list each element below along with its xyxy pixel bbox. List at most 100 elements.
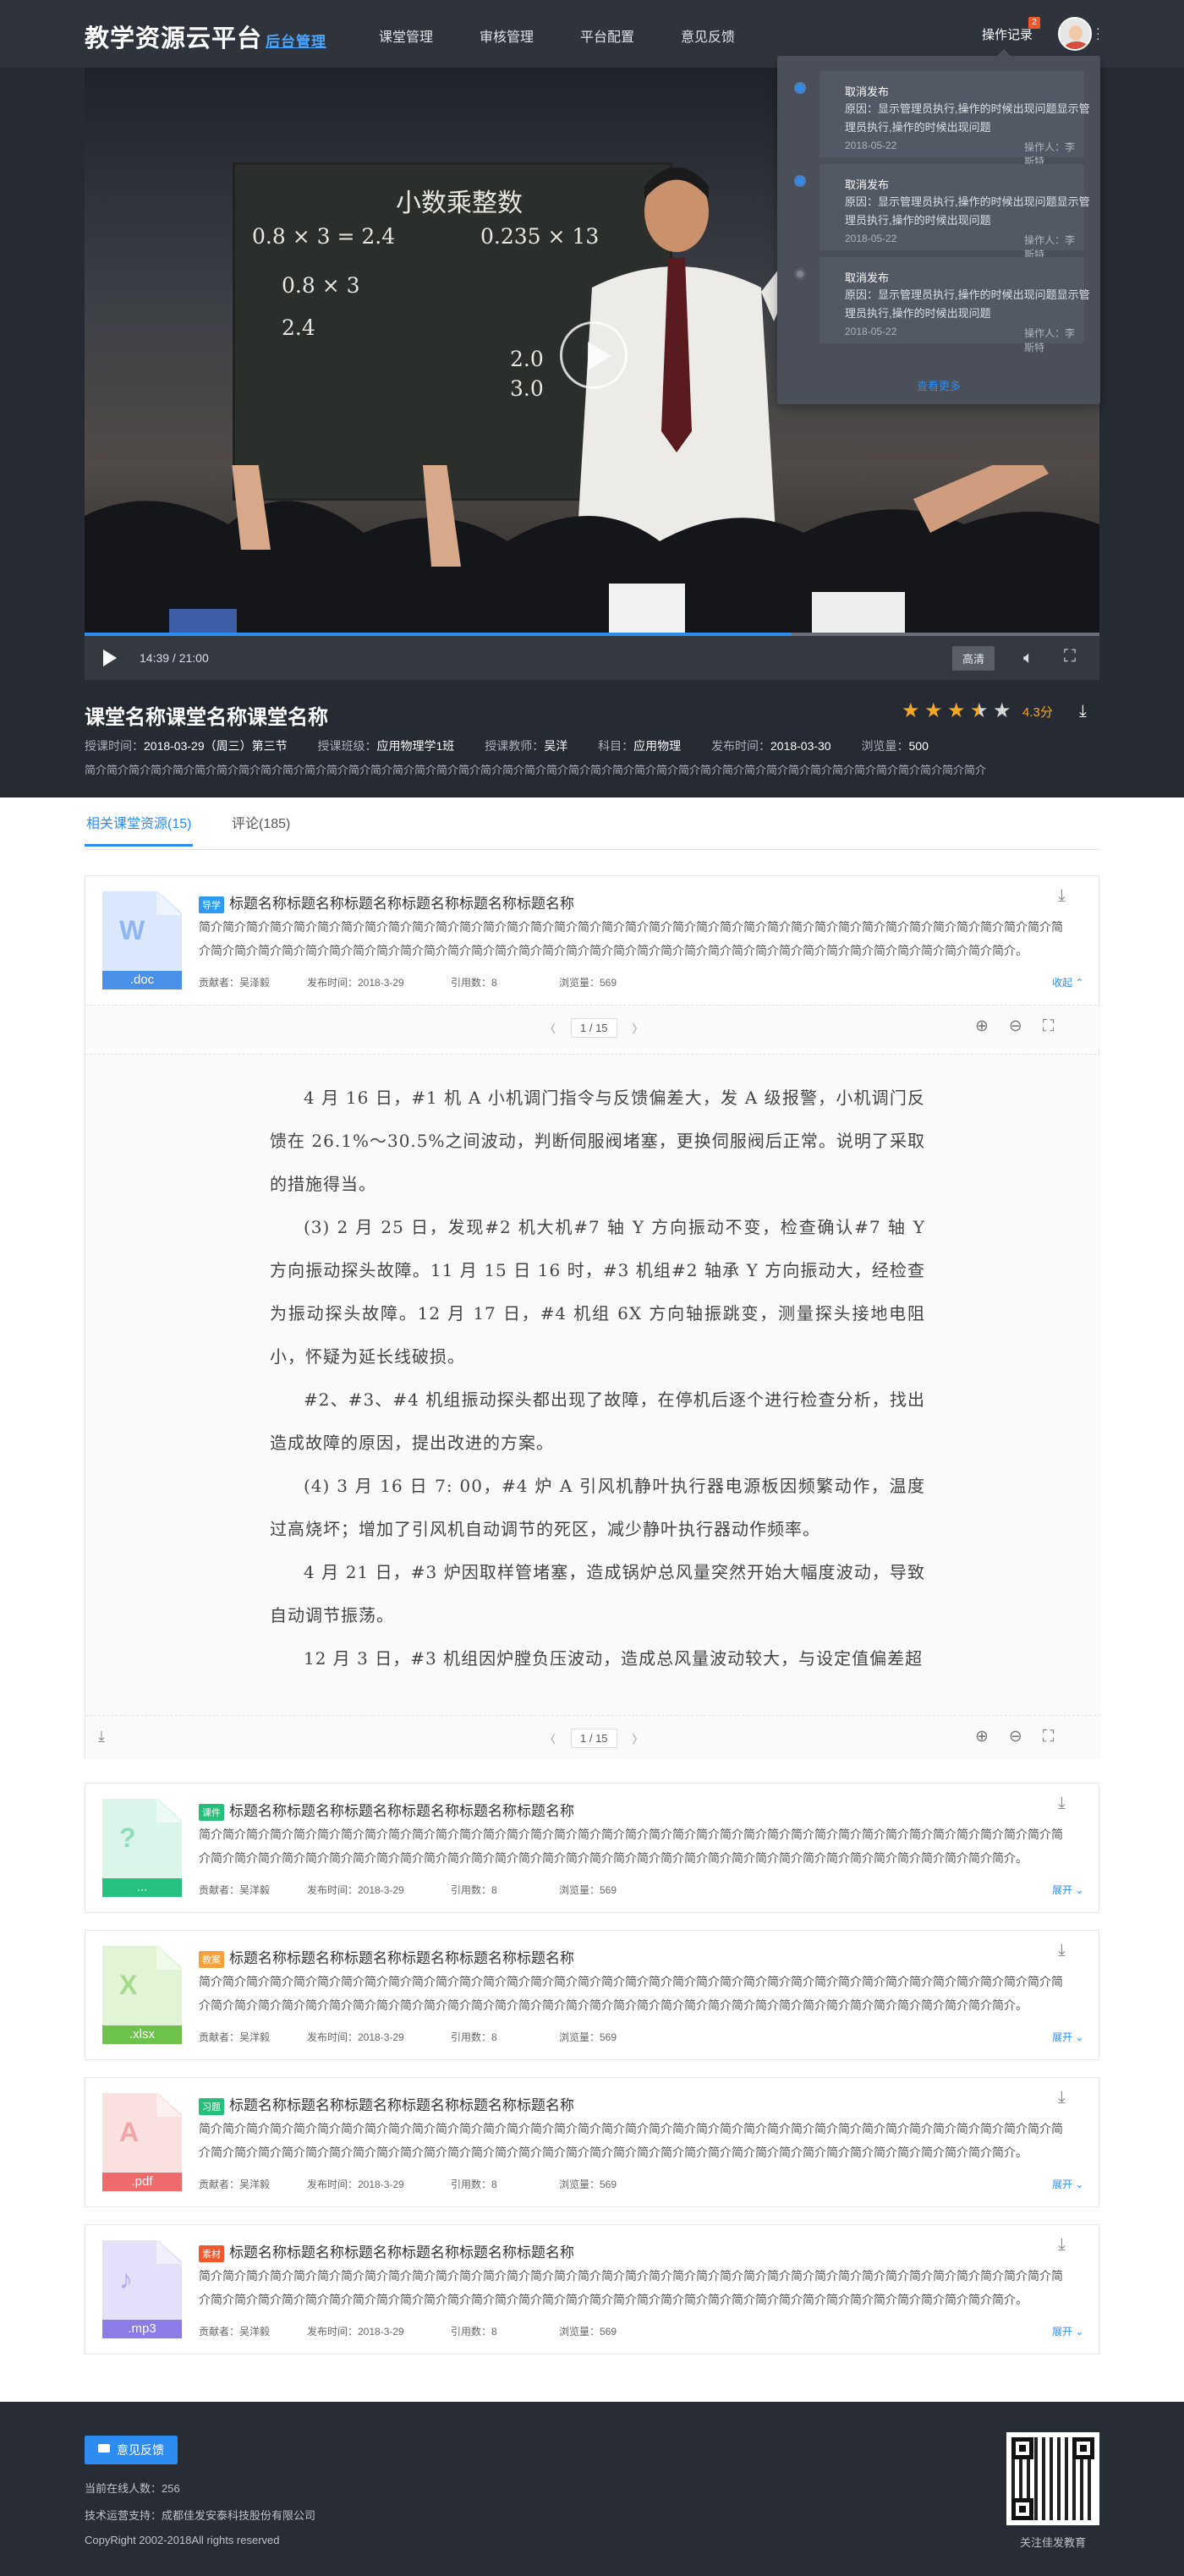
notification-item[interactable]: 取消发布 原因：显示管理员执行,操作的时候出现问题显示管理员执行,操作的时候出现… bbox=[819, 71, 1090, 167]
collapse-toggle[interactable]: 收起 ⌃ bbox=[1052, 975, 1083, 989]
unread-dot-icon bbox=[794, 82, 806, 94]
operation-record-link[interactable]: 操作记录 bbox=[982, 25, 1033, 43]
viewer-toolbar-bottom: ⤓ 〈 1 / 15 〉 ⊕⊖⛶ bbox=[85, 1715, 1100, 1759]
resource-title[interactable]: 习题 标题名称标题名称标题名称标题名称标题名称标题名称 bbox=[199, 2093, 574, 2115]
download-icon[interactable]: ⤓ bbox=[1058, 886, 1066, 906]
doc-paragraph: 12 月 3 日，#3 机组因炉膛负压波动，造成总风量波动较大，与设定值偏差超 bbox=[304, 1648, 924, 1669]
notification-badge: 2 bbox=[1028, 17, 1040, 29]
document-viewer: 4 月 16 日，#1 机 A 小机调门指令与反馈偏差大，发 A 级报警，小机调… bbox=[85, 1054, 1100, 1739]
resource-title[interactable]: 教案 标题名称标题名称标题名称标题名称标题名称标题名称 bbox=[199, 1946, 574, 1968]
prev-page-icon[interactable]: 〈 bbox=[545, 1020, 556, 1036]
course-info: 课堂名称课堂名称课堂名称 授课时间：2018-03-29（周三）第三节 授课班级… bbox=[85, 700, 1099, 777]
notification-dropdown: 取消发布 原因：显示管理员执行,操作的时候出现问题显示管理员执行,操作的时候出现… bbox=[777, 49, 1100, 404]
prev-page-icon[interactable]: 〈 bbox=[545, 1730, 556, 1746]
file-paper bbox=[102, 2240, 182, 2321]
page-indicator[interactable]: 1 / 15 bbox=[571, 1018, 617, 1038]
zoom-out-icon[interactable]: ⊖ bbox=[1009, 1728, 1043, 1746]
rating-stars[interactable]: ★ ★ ★ ★ ★ 4.3分 bbox=[902, 701, 1053, 721]
expand-toggle[interactable]: 展开 ⌄ bbox=[1052, 2324, 1083, 2338]
file-ext: .pdf bbox=[102, 2173, 182, 2191]
meta-value: 吴洋 bbox=[544, 739, 568, 753]
quality-button[interactable]: 高清 bbox=[952, 646, 995, 671]
nav-item-platform-config[interactable]: 平台配置 bbox=[580, 25, 634, 46]
nav-item-review-management[interactable]: 审核管理 bbox=[480, 25, 534, 46]
doc-paragraph: (3) 2 月 25 日，发现#2 机大机#7 轴 Y 方向振动不变，检查确认#… bbox=[270, 1217, 925, 1367]
star-icon[interactable]: ★ bbox=[970, 701, 989, 721]
download-icon[interactable]: ⤓ bbox=[1058, 1794, 1066, 1813]
fullscreen-icon[interactable]: ⛶ bbox=[1064, 647, 1076, 666]
play-overlay-icon[interactable] bbox=[560, 321, 628, 389]
resource-title-text: 标题名称标题名称标题名称标题名称标题名称标题名称 bbox=[229, 1803, 574, 1819]
expand-toggle[interactable]: 展开 ⌄ bbox=[1052, 2030, 1083, 2044]
viewer-toolbar-top: 〈 1 / 15 〉 ⊕⊖⛶ bbox=[85, 1005, 1100, 1049]
tech-support: 技术运营支持：成都佳发安泰科技股份有限公司 bbox=[85, 2509, 316, 2522]
doc-paragraph: (4) 3 月 16 日 7: 00，#4 炉 A 引风机静叶执行器电源板因频繁… bbox=[270, 1476, 925, 1539]
star-icon[interactable]: ★ bbox=[902, 701, 920, 721]
avatar[interactable] bbox=[1058, 17, 1092, 51]
meta-label: 发布时间： bbox=[710, 739, 770, 753]
resource-title[interactable]: 课件 标题名称标题名称标题名称标题名称标题名称标题名称 bbox=[199, 1799, 574, 1821]
resource-views: 浏览量：569 bbox=[559, 2031, 617, 2043]
feedback-button[interactable]: 意见反馈 bbox=[85, 2436, 178, 2464]
resource-desc: 简介简介简介简介简介简介简介简介简介简介简介简介简介简介简介简介简介简介简介简介… bbox=[199, 2122, 1063, 2159]
expand-toggle[interactable]: 展开 ⌄ bbox=[1052, 1883, 1083, 1897]
board-line: 3.0 bbox=[510, 376, 544, 401]
logo-subtitle: 后台管理 bbox=[266, 34, 327, 50]
star-icon[interactable]: ★ bbox=[993, 701, 1011, 721]
resource-title[interactable]: 素材 标题名称标题名称标题名称标题名称标题名称标题名称 bbox=[199, 2240, 574, 2262]
resource-tabs: 相关课堂资源(15) 评论(185) bbox=[85, 812, 1099, 850]
notification-item[interactable]: 取消发布 原因：显示管理员执行,操作的时候出现问题显示管理员执行,操作的时候出现… bbox=[819, 257, 1090, 354]
resource-published: 发布时间：2018-3-29 bbox=[307, 1884, 404, 1896]
zoom-in-icon[interactable]: ⊕ bbox=[975, 1017, 1009, 1035]
file-ext: ... bbox=[102, 1878, 182, 1897]
file-glyph: X bbox=[119, 1970, 138, 2000]
download-icon[interactable]: ⤓ bbox=[1058, 2235, 1066, 2255]
mp3-file-icon: ♪ .mp3 bbox=[102, 2240, 182, 2338]
next-page-icon[interactable]: 〉 bbox=[633, 1020, 644, 1036]
doc-file-icon: W .doc bbox=[102, 891, 182, 989]
fullscreen-icon[interactable]: ⛶ bbox=[1043, 1728, 1074, 1746]
meta-label: 浏览量： bbox=[861, 739, 909, 753]
resource-published: 发布时间：2018-3-29 bbox=[307, 977, 404, 989]
play-icon[interactable] bbox=[103, 649, 117, 666]
more-menu-icon[interactable]: · · · bbox=[1096, 22, 1100, 44]
time-display: 14:39 / 21:00 bbox=[140, 651, 209, 665]
zoom-in-icon[interactable]: ⊕ bbox=[975, 1728, 1009, 1746]
star-icon[interactable]: ★ bbox=[924, 701, 943, 721]
resource-card: X .xlsx 教案 标题名称标题名称标题名称标题名称标题名称标题名称 简介简介简… bbox=[85, 1930, 1099, 2060]
download-icon[interactable]: ⤓ bbox=[98, 1728, 105, 1746]
star-icon[interactable]: ★ bbox=[947, 701, 966, 721]
notification-desc: 原因：显示管理员执行,操作的时候出现问题显示管理员执行,操作的时候出现问题 bbox=[845, 288, 1090, 320]
doc-paragraph: 4 月 16 日，#1 机 A 小机调门指令与反馈偏差大，发 A 级报警，小机调… bbox=[270, 1088, 925, 1194]
expand-toggle[interactable]: 展开 ⌄ bbox=[1052, 2177, 1083, 2191]
meta-value: 2018-03-29（周三）第三节 bbox=[144, 739, 288, 753]
logo[interactable]: 教学资源云平台 后台管理 bbox=[85, 19, 326, 54]
qr-caption: 关注佳发教育 bbox=[1019, 2536, 1086, 2549]
resource-tag: 教案 bbox=[199, 1950, 224, 1968]
notification-operator: 操作人：李斯特 bbox=[1024, 327, 1076, 354]
file-glyph: W bbox=[119, 915, 145, 945]
next-page-icon[interactable]: 〉 bbox=[633, 1730, 644, 1746]
logo-text: 教学资源云平台 bbox=[85, 25, 263, 52]
resource-title[interactable]: 导学 标题名称标题名称标题名称标题名称标题名称标题名称 bbox=[199, 891, 574, 913]
tab-comments[interactable]: 评论(185) bbox=[230, 812, 292, 844]
file-glyph: ? bbox=[119, 1822, 136, 1853]
resource-tag: 素材 bbox=[199, 2244, 224, 2262]
download-icon[interactable]: ⤓ bbox=[1079, 702, 1087, 721]
meta-label: 授课班级： bbox=[317, 739, 377, 753]
view-more-link[interactable]: 查看更多 bbox=[777, 377, 1100, 393]
copyright: CopyRight 2002-2018All rights reserved bbox=[85, 2534, 280, 2546]
resource-desc: 简介简介简介简介简介简介简介简介简介简介简介简介简介简介简介简介简介简介简介简介… bbox=[199, 920, 1063, 957]
nav-item-feedback[interactable]: 意见反馈 bbox=[681, 25, 735, 46]
download-icon[interactable]: ⤓ bbox=[1058, 1941, 1066, 1960]
notification-item[interactable]: 取消发布 原因：显示管理员执行,操作的时候出现问题显示管理员执行,操作的时候出现… bbox=[819, 164, 1090, 260]
zoom-out-icon[interactable]: ⊖ bbox=[1009, 1017, 1043, 1035]
nav-item-class-management[interactable]: 课堂管理 bbox=[379, 25, 433, 46]
file-glyph: A bbox=[119, 2117, 140, 2147]
tab-related-resources[interactable]: 相关课堂资源(15) bbox=[85, 812, 194, 847]
board-line: 0.8 × 3 bbox=[282, 273, 360, 298]
page-indicator[interactable]: 1 / 15 bbox=[571, 1729, 617, 1748]
fullscreen-icon[interactable]: ⛶ bbox=[1043, 1017, 1074, 1035]
download-icon[interactable]: ⤓ bbox=[1058, 2088, 1066, 2107]
volume-icon[interactable]: 🔈︎ bbox=[1023, 649, 1033, 668]
